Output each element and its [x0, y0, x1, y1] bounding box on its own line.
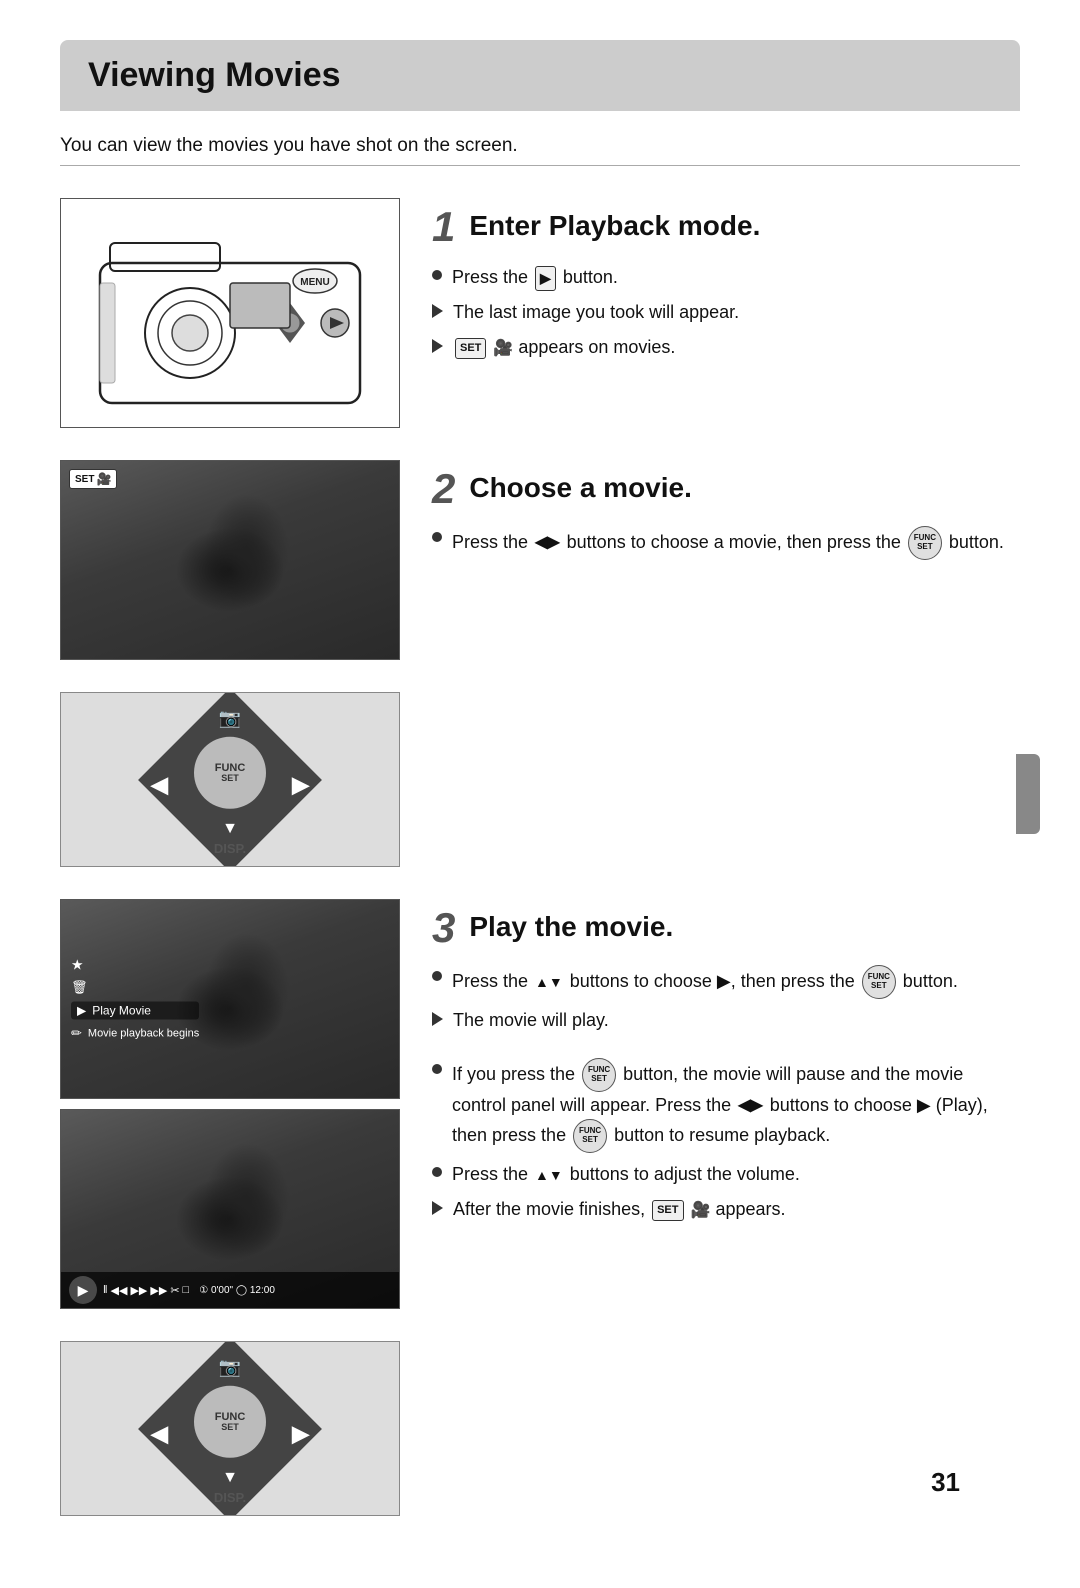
- playback-controls-bar: ▶ ‖ ◀◀ ▶▶ ▶▶ ✂ □ ① 0'00" ◯: [61, 1272, 399, 1308]
- play-circle-btn: ▶: [69, 1276, 97, 1304]
- step-2-number: 2: [432, 468, 455, 510]
- menu-item-edit: ✏ Movie playback begins: [71, 1026, 199, 1042]
- playback-controls: ‖ ◀◀ ▶▶ ▶▶ ✂ □: [103, 1284, 189, 1297]
- play-menu-overlay: ★ 🗑 ▶ Play Movie ✏ Movie playback begins: [71, 957, 199, 1042]
- ctrl-scissors: ✂: [170, 1284, 179, 1297]
- step-3-heading-row: 3 Play the movie.: [432, 907, 1020, 949]
- bullet-circle-icon: [432, 270, 442, 280]
- bullet-circle-icon: [432, 1167, 442, 1177]
- set-badge-overlay: SET 🎥: [69, 469, 117, 489]
- svg-text:MENU: MENU: [300, 277, 329, 288]
- lr-arrows-icon-2: ◀▶: [738, 1094, 763, 1118]
- func-set-button-2: FUNCSET: [862, 965, 896, 999]
- step-1-row: MENU: [60, 198, 1020, 428]
- step-3-images: ★ 🗑 ▶ Play Movie ✏ Movie playback begins: [60, 899, 400, 1309]
- set-badge-inline-2: SET: [652, 1200, 683, 1221]
- menu-item-trash: 🗑: [71, 980, 199, 996]
- menu-item-play: ▶ Play Movie: [71, 1002, 199, 1020]
- step-2-heading: Choose a movie.: [469, 468, 692, 504]
- notes-section: If you press the FUNCSET button, the mov…: [432, 1058, 1020, 1223]
- bullet-triangle-icon: [432, 1201, 443, 1215]
- movie-menu-image: ★ 🗑 ▶ Play Movie ✏ Movie playback begins: [60, 899, 400, 1099]
- intro-text: You can view the movies you have shot on…: [60, 135, 1020, 157]
- ctrl-prev-frame: ◀◀: [111, 1284, 128, 1297]
- ctrl-next: ▶▶: [150, 1284, 167, 1297]
- play-button-icon: ▶: [535, 266, 556, 291]
- func-set-button-4: FUNCSET: [573, 1119, 607, 1153]
- step-3-bullets: Press the ▲▼ buttons to choose ▶, then p…: [432, 965, 1020, 1034]
- step-1-bullet-3: SET 🎥 appears on movies.: [432, 334, 1020, 361]
- step-1-bullet-1: Press the ▶ button.: [432, 264, 1020, 291]
- notes-list: If you press the FUNCSET button, the mov…: [432, 1058, 1020, 1223]
- note-1: If you press the FUNCSET button, the mov…: [432, 1058, 1020, 1153]
- step-bottom-empty: [432, 1341, 1020, 1349]
- step-2-bullet-1: Press the ◀▶ buttons to choose a movie, …: [432, 526, 1020, 560]
- step-3-number: 3: [432, 907, 455, 949]
- step-2-content: 2 Choose a movie. Press the ◀▶ buttons t…: [432, 460, 1020, 560]
- movie-playing-image: ▶ ‖ ◀◀ ▶▶ ▶▶ ✂ □ ① 0'00" ◯: [60, 1109, 400, 1309]
- note-3: After the movie finishes, SET 🎥 appears.: [432, 1196, 1020, 1223]
- page-number: 31: [931, 1467, 960, 1498]
- step-2-bullets: Press the ◀▶ buttons to choose a movie, …: [432, 526, 1020, 560]
- func-set-images-2: 📷 ◀ ▶ ▼ FUNC SET DISP.: [60, 1341, 400, 1516]
- func-set-control-image-2: 📷 ◀ ▶ ▼ FUNC SET DISP.: [60, 1341, 400, 1516]
- step-1-heading: Enter Playback mode.: [469, 206, 760, 242]
- step-3-row: ★ 🗑 ▶ Play Movie ✏ Movie playback begins: [60, 899, 1020, 1309]
- bullet-triangle-icon: [432, 304, 443, 318]
- step-1-bullets: Press the ▶ button. The last image you t…: [432, 264, 1020, 361]
- func-set-row-2: 📷 ◀ ▶ ▼ FUNC SET DISP.: [60, 1341, 1020, 1516]
- camera-svg: MENU: [80, 213, 380, 413]
- page-title: Viewing Movies: [60, 40, 1020, 111]
- step-2-row: SET 🎥 2 Choose a movie. Press the ◀▶: [60, 460, 1020, 660]
- bullet-circle-icon: [432, 971, 442, 981]
- func-set-row-1: 📷 ◀ ▶ ▼ FUNC SET DISP.: [60, 692, 1020, 867]
- step-1-heading-row: 1 Enter Playback mode.: [432, 206, 1020, 248]
- camera-image: MENU: [60, 198, 400, 428]
- content-area: MENU: [60, 198, 1020, 1548]
- step-1-content: 1 Enter Playback mode. Press the ▶ butto…: [432, 198, 1020, 361]
- step-3-bullet-2: The movie will play.: [432, 1007, 1020, 1034]
- menu-item-star: ★: [71, 957, 199, 974]
- sidebar-tab: [1016, 754, 1040, 834]
- lr-arrows-icon: ◀▶: [535, 531, 560, 555]
- movie-screen: [61, 461, 399, 659]
- bullet-triangle-icon: [432, 339, 443, 353]
- step-2-empty: [432, 692, 1020, 700]
- ctrl-play-inline: ▶▶: [130, 1284, 147, 1297]
- step-1-bullet-2: The last image you took will appear.: [432, 299, 1020, 326]
- func-set-button-3: FUNCSET: [582, 1058, 616, 1092]
- movie-thumbnail-image: SET 🎥: [60, 460, 400, 660]
- bullet-circle-icon: [432, 532, 442, 542]
- step-3-content: 3 Play the movie. Press the ▲▼ buttons t…: [432, 899, 1020, 1223]
- playback-time: ① 0'00" ◯ 12:00: [199, 1285, 275, 1296]
- note-2: Press the ▲▼ buttons to adjust the volum…: [432, 1161, 1020, 1188]
- section-divider: [60, 165, 1020, 166]
- step-2-heading-row: 2 Choose a movie.: [432, 468, 1020, 510]
- step-3-heading: Play the movie.: [469, 907, 673, 943]
- step-1-number: 1: [432, 206, 455, 248]
- bullet-circle-icon: [432, 1064, 442, 1074]
- func-set-button: FUNCSET: [908, 526, 942, 560]
- set-badge-inline: SET: [455, 338, 486, 359]
- ctrl-prev: ‖: [103, 1284, 108, 1296]
- ctrl-mute: □: [183, 1284, 190, 1296]
- step-1-images: MENU: [60, 198, 400, 428]
- func-set-control-image: 📷 ◀ ▶ ▼ FUNC SET DISP.: [60, 692, 400, 867]
- ud-arrows-icon: ▲▼: [535, 972, 563, 993]
- ud-arrows-icon-2: ▲▼: [535, 1165, 563, 1186]
- bullet-triangle-icon: [432, 1012, 443, 1026]
- dog-silhouette: [61, 461, 399, 659]
- func-set-images-1: 📷 ◀ ▶ ▼ FUNC SET DISP.: [60, 692, 400, 867]
- step-2-images: SET 🎥: [60, 460, 400, 660]
- step-3-bullet-1: Press the ▲▼ buttons to choose ▶, then p…: [432, 965, 1020, 999]
